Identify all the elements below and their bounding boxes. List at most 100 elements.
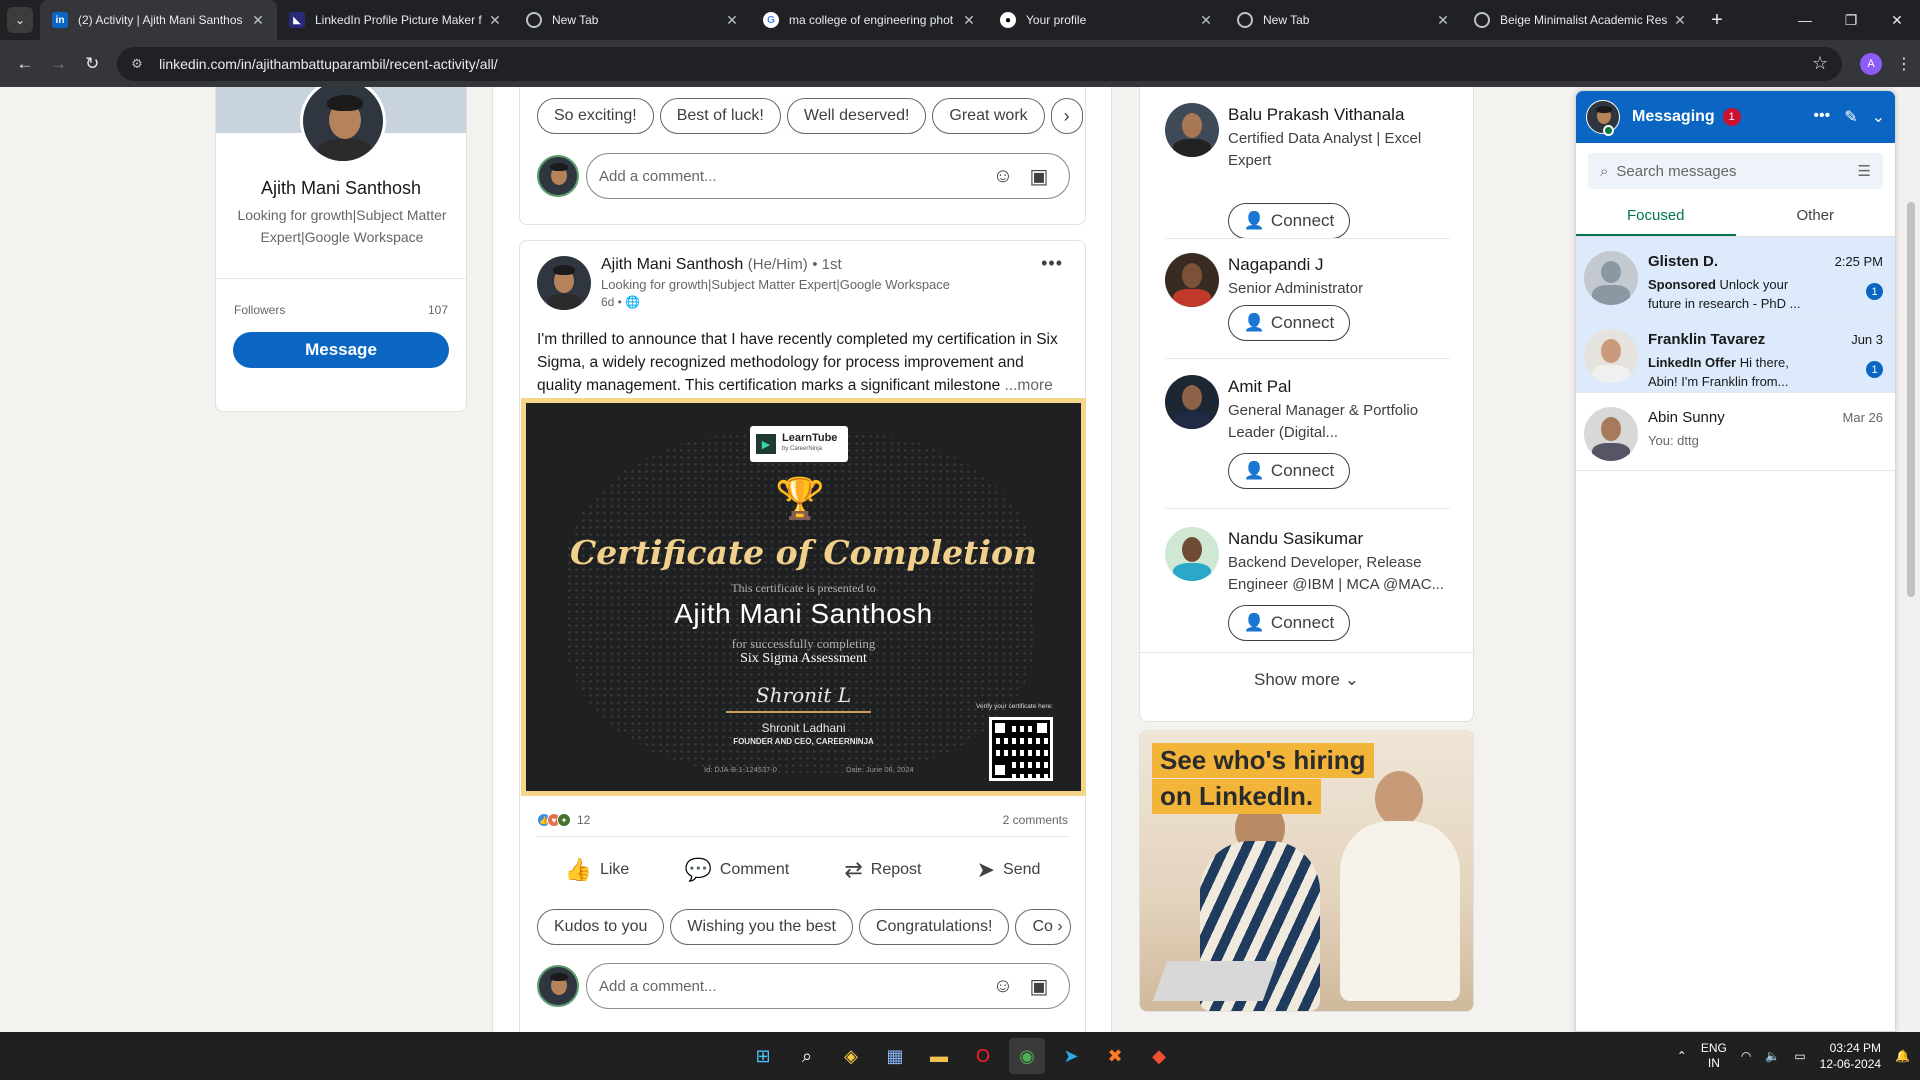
like-button[interactable]: 👍 Like — [565, 845, 630, 895]
tab-4[interactable]: ● Your profile ✕ — [988, 0, 1225, 40]
comment-button[interactable]: 💬 Comment — [684, 845, 789, 895]
close-tab-icon[interactable]: ✕ — [486, 12, 504, 29]
suggestion-avatar[interactable] — [1165, 103, 1219, 157]
more-options-icon[interactable]: ••• — [1813, 107, 1830, 127]
followers-row[interactable]: Followers 107 — [234, 303, 448, 317]
compose-icon[interactable]: ✎ — [1844, 107, 1857, 127]
xampp-icon[interactable]: ✖ — [1097, 1038, 1133, 1074]
tab-search-button[interactable]: ⌄ — [0, 0, 40, 40]
windows-start-icon[interactable]: ⊞ — [745, 1038, 781, 1074]
author-avatar[interactable] — [537, 256, 591, 310]
profile-avatar[interactable] — [300, 87, 386, 164]
message-search[interactable]: ⌕ Search messages ☰ — [1588, 153, 1883, 189]
close-tab-icon[interactable]: ✕ — [249, 12, 267, 29]
suggested-comment-chip[interactable]: Best of luck! — [659, 98, 781, 134]
emoji-icon[interactable]: ☺ — [985, 975, 1021, 998]
suggested-comment-chip[interactable]: So exciting! — [537, 98, 654, 134]
comment-input[interactable]: Add a comment... ☺ ▣ — [586, 963, 1070, 1009]
search-icon[interactable]: ⌕ — [789, 1038, 825, 1074]
tab-other[interactable]: Other — [1736, 197, 1896, 236]
chrome-icon[interactable]: ◉ — [1009, 1038, 1045, 1074]
connect-button[interactable]: 👤 Connect — [1228, 203, 1350, 239]
profile-name[interactable]: Ajith Mani Santhosh — [216, 178, 466, 199]
reload-icon[interactable]: ↻ — [75, 54, 109, 74]
comment-input[interactable]: Add a comment... ☺ ▣ — [586, 153, 1070, 199]
close-tab-icon[interactable]: ✕ — [960, 12, 978, 29]
connect-button[interactable]: 👤 Connect — [1228, 453, 1350, 489]
tab-0[interactable]: in (2) Activity | Ajith Mani Santhos ✕ — [40, 0, 277, 40]
scrollbar-thumb[interactable] — [1907, 202, 1915, 597]
post-options-icon[interactable]: ••• — [1041, 253, 1063, 274]
page-scrollbar[interactable] — [1902, 87, 1920, 1032]
show-more-button[interactable]: Show more ⌄ — [1140, 670, 1473, 690]
suggestion-avatar[interactable] — [1165, 375, 1219, 429]
restore-icon[interactable]: ❐ — [1828, 12, 1874, 29]
reactions-summary[interactable]: 👍 ♥ ✦ 12 — [537, 813, 590, 827]
wifi-icon[interactable]: ◠ — [1741, 1049, 1751, 1063]
suggested-comment-chip[interactable]: Congratulations! — [858, 909, 1010, 945]
image-icon[interactable]: ▣ — [1021, 974, 1057, 999]
conversation-item[interactable]: Abin Sunny Mar 26 You: dttg — [1576, 393, 1895, 471]
connect-button[interactable]: 👤 Connect — [1228, 605, 1350, 641]
widgets-icon[interactable]: ◈ — [833, 1038, 869, 1074]
store-icon[interactable]: ▦ — [877, 1038, 913, 1074]
tab-focused[interactable]: Focused — [1576, 197, 1736, 236]
connect-button[interactable]: 👤 Connect — [1228, 305, 1350, 341]
suggested-comment-chip[interactable]: Great work — [932, 98, 1045, 134]
hiring-ad[interactable]: See who's hiring on LinkedIn. — [1139, 730, 1474, 1012]
minimize-icon[interactable]: — — [1782, 12, 1828, 29]
suggestion-name[interactable]: Nagapandi J — [1228, 255, 1323, 275]
close-tab-icon[interactable]: ✕ — [1671, 12, 1689, 29]
site-info-icon[interactable]: ⚙ — [131, 56, 153, 72]
conversation-item[interactable]: Glisten D. 2:25 PM Sponsored Unlock your… — [1576, 237, 1895, 315]
conversation-item[interactable]: Franklin Tavarez Jun 3 LinkedIn Offer Hi… — [1576, 315, 1895, 393]
close-tab-icon[interactable]: ✕ — [1197, 12, 1215, 29]
forward-icon[interactable]: → — [42, 54, 76, 74]
suggestion-avatar[interactable] — [1165, 527, 1219, 581]
send-button[interactable]: ➤ Send — [977, 845, 1041, 895]
notification-bell-icon[interactable]: 🔔 — [1895, 1049, 1910, 1063]
new-tab-button[interactable]: + — [1699, 9, 1735, 32]
tab-5[interactable]: New Tab ✕ — [1225, 0, 1462, 40]
suggested-comment-chip[interactable]: Kudos to you — [537, 909, 665, 945]
battery-icon[interactable]: ▭ — [1794, 1049, 1805, 1063]
tab-6[interactable]: Beige Minimalist Academic Res ✕ — [1462, 0, 1699, 40]
tab-2[interactable]: New Tab ✕ — [514, 0, 751, 40]
suggestion-name[interactable]: Nandu Sasikumar — [1228, 529, 1363, 549]
git-icon[interactable]: ◆ — [1141, 1038, 1177, 1074]
close-tab-icon[interactable]: ✕ — [723, 12, 741, 29]
close-tab-icon[interactable]: ✕ — [1434, 12, 1452, 29]
back-icon[interactable]: ← — [8, 54, 42, 74]
filter-icon[interactable]: ☰ — [1858, 162, 1871, 180]
chevron-up-icon[interactable]: ⌃ — [1677, 1049, 1687, 1063]
clock[interactable]: 03:24 PM 12-06-2024 — [1820, 1040, 1881, 1072]
volume-icon[interactable]: 🔈 — [1765, 1049, 1780, 1063]
suggested-comment-chip[interactable]: Well deserved! — [786, 98, 927, 134]
image-icon[interactable]: ▣ — [1021, 164, 1057, 189]
suggestion-name[interactable]: Balu Prakash Vithanala — [1228, 105, 1404, 125]
suggestion-name[interactable]: Amit Pal — [1228, 377, 1291, 397]
messaging-header[interactable]: Messaging 1 ••• ✎ ⌄ — [1576, 91, 1895, 143]
address-bar[interactable]: ⚙ linkedin.com/in/ajithambattuparambil/r… — [117, 46, 1843, 81]
certificate-image[interactable]: ▶ LearnTube by CareerNinja 🏆 Certificate … — [521, 398, 1086, 796]
url-text[interactable]: linkedin.com/in/ajithambattuparambil/rec… — [153, 56, 1812, 72]
author-name[interactable]: Ajith Mani Santhosh — [601, 256, 743, 273]
suggested-comment-chip[interactable]: Wishing you the best — [670, 909, 853, 945]
message-button[interactable]: Message — [233, 332, 449, 368]
suggestion-avatar[interactable] — [1165, 253, 1219, 307]
opera-icon[interactable]: O — [965, 1038, 1001, 1074]
tab-1[interactable]: ◣ LinkedIn Profile Picture Maker f ✕ — [277, 0, 514, 40]
suggested-comment-chip[interactable]: Co › — [1015, 909, 1072, 945]
emoji-icon[interactable]: ☺ — [985, 165, 1021, 188]
telegram-icon[interactable]: ➤ — [1053, 1038, 1089, 1074]
chevron-right-icon[interactable]: › — [1050, 98, 1083, 134]
browser-menu-icon[interactable]: ⋮ — [1896, 54, 1912, 74]
see-more-link[interactable]: ...more — [1005, 377, 1053, 394]
repost-button[interactable]: ⇄ Repost — [844, 845, 921, 895]
browser-profile-avatar[interactable]: A — [1860, 52, 1882, 75]
chevron-down-icon[interactable]: ⌄ — [1872, 107, 1885, 127]
tab-3[interactable]: G ma college of engineering phot ✕ — [751, 0, 988, 40]
bookmark-star-icon[interactable]: ☆ — [1812, 53, 1828, 74]
file-explorer-icon[interactable]: ▬ — [921, 1038, 957, 1074]
comments-count[interactable]: 2 comments — [1003, 813, 1068, 827]
